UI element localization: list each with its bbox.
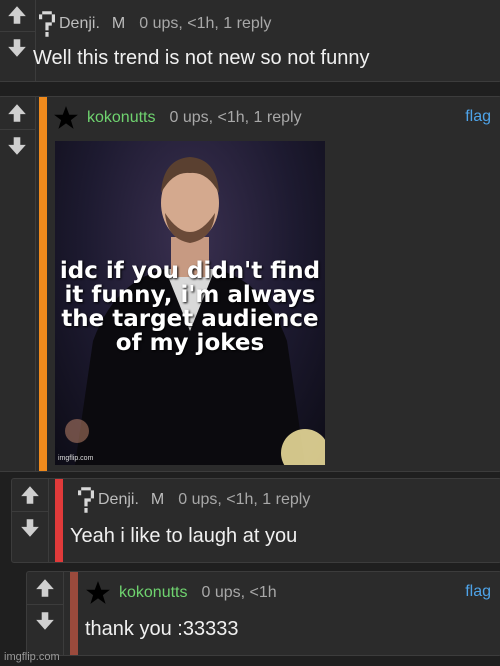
comment-header: kokonutts 0 ups, <1h, 1 reply: [53, 105, 302, 131]
downvote-button[interactable]: [0, 32, 35, 64]
comment-meta: 0 ups, <1h, 1 reply: [178, 491, 311, 508]
upvote-button[interactable]: [0, 0, 35, 32]
question-mark-avatar-icon[interactable]: [78, 487, 94, 513]
meme-image[interactable]: idc if you didn't find it funny, i'm alw…: [55, 141, 325, 465]
arrow-up-icon: [21, 486, 39, 504]
reply-accent-bar: [70, 572, 78, 655]
comment-meta: 0 ups, <1h, 1 reply: [169, 109, 302, 126]
flag-link[interactable]: flag: [465, 583, 491, 601]
comment-meta: 0 ups, <1h, 1 reply: [139, 15, 272, 32]
comment-text: thank you :33333: [85, 618, 239, 640]
upvote-button[interactable]: [0, 97, 35, 130]
vote-column: [0, 97, 36, 471]
vote-column: [0, 0, 36, 81]
upvote-button[interactable]: [12, 479, 48, 512]
comment-2: kokonutts 0 ups, <1h, 1 reply flag idc i…: [0, 96, 500, 472]
username[interactable]: kokonutts: [119, 584, 187, 602]
arrow-down-icon: [21, 519, 39, 537]
comment-1: Denji. M 0 ups, <1h, 1 reply Well this t…: [0, 0, 500, 82]
flag-link[interactable]: flag: [465, 108, 491, 126]
username[interactable]: kokonutts: [87, 109, 155, 127]
username[interactable]: Denji.: [59, 15, 100, 33]
comment-meta: 0 ups, <1h: [201, 584, 277, 601]
star-avatar-icon[interactable]: [85, 580, 111, 606]
upvote-button[interactable]: [27, 572, 63, 605]
downvote-button[interactable]: [12, 512, 48, 544]
comment-4: kokonutts 0 ups, <1h flag thank you :333…: [26, 571, 500, 656]
arrow-down-icon: [36, 612, 54, 630]
user-badge: M: [150, 491, 165, 508]
comment-header: Denji. M 0 ups, <1h, 1 reply: [39, 11, 271, 37]
reply-accent-bar: [39, 97, 47, 471]
comment-text: Yeah i like to laugh at you: [70, 525, 298, 547]
star-avatar-icon[interactable]: [53, 105, 79, 131]
vote-column: [27, 572, 64, 655]
imgflip-watermark: imgflip.com: [4, 651, 60, 663]
comment-3: Denji. M 0 ups, <1h, 1 reply Yeah i like…: [11, 478, 500, 563]
question-mark-avatar-icon[interactable]: [39, 11, 55, 37]
username[interactable]: Denji.: [98, 491, 139, 509]
downvote-button[interactable]: [27, 605, 63, 637]
downvote-button[interactable]: [0, 130, 35, 162]
comment-header: kokonutts 0 ups, <1h: [85, 580, 277, 606]
meme-caption: idc if you didn't find it funny, i'm alw…: [59, 258, 321, 356]
user-badge: M: [111, 15, 126, 32]
arrow-down-icon: [8, 39, 26, 57]
arrow-down-icon: [8, 137, 26, 155]
reply-accent-bar: [55, 479, 63, 562]
comment-header: Denji. M 0 ups, <1h, 1 reply: [78, 487, 310, 513]
vote-column: [12, 479, 49, 562]
arrow-up-icon: [8, 6, 26, 24]
arrow-up-icon: [8, 104, 26, 122]
comment-text: Well this trend is not new so not funny: [33, 47, 370, 69]
arrow-up-icon: [36, 579, 54, 597]
meme-watermark: imgflip.com: [58, 455, 94, 462]
